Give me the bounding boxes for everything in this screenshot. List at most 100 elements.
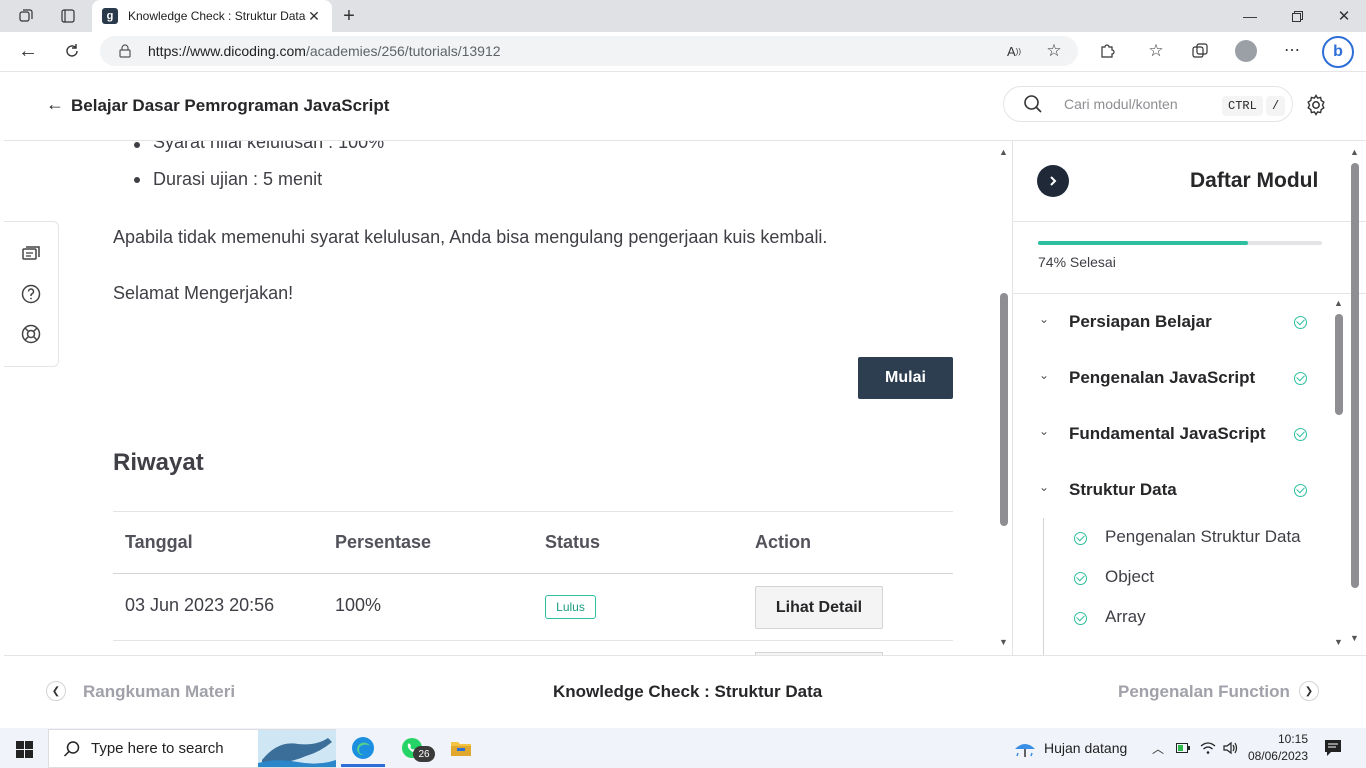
col-header-status: Status bbox=[545, 532, 601, 552]
start-quiz-button[interactable]: Mulai bbox=[858, 357, 953, 399]
profile-avatar[interactable] bbox=[1235, 40, 1257, 62]
check-circle-icon bbox=[1294, 428, 1307, 441]
submodule-title: Array bbox=[1105, 607, 1146, 626]
panel-title: Daftar Modul bbox=[1190, 169, 1319, 192]
battery-icon[interactable] bbox=[1175, 740, 1191, 756]
search-input[interactable]: Cari modul/konten bbox=[1064, 96, 1178, 112]
url-domain: https://www.dicoding.com bbox=[148, 43, 306, 59]
good-luck-paragraph: Selamat Mengerjakan! bbox=[113, 283, 294, 303]
row-percent: 100% bbox=[335, 595, 382, 615]
system-clock[interactable]: 10:15 08/06/2023 bbox=[1244, 731, 1308, 765]
volume-icon[interactable] bbox=[1222, 740, 1240, 756]
settings-gear-icon[interactable] bbox=[1304, 93, 1328, 117]
windows-start-icon[interactable] bbox=[14, 739, 34, 759]
panel-collapse-button[interactable] bbox=[1037, 165, 1069, 197]
course-title[interactable]: Belajar Dasar Pemrograman JavaScript bbox=[71, 96, 389, 116]
workspaces-icon[interactable] bbox=[14, 6, 38, 26]
chevron-left-icon[interactable]: ❮ bbox=[46, 681, 66, 701]
status-badge: Lulus bbox=[545, 595, 596, 619]
main-scrollbar-thumb[interactable] bbox=[1000, 293, 1008, 526]
scroll-down-arrow[interactable]: ▼ bbox=[999, 637, 1008, 647]
search-icon bbox=[1022, 93, 1044, 115]
submodule-tree-line bbox=[1043, 518, 1044, 655]
edge-browser-icon[interactable] bbox=[350, 735, 376, 761]
active-app-indicator bbox=[341, 764, 385, 767]
clock-time: 10:15 bbox=[1277, 732, 1308, 746]
clock-date: 08/06/2023 bbox=[1247, 749, 1308, 763]
weather-text[interactable]: Hujan datang bbox=[1044, 740, 1127, 756]
panel-scrollbar-thumb[interactable] bbox=[1351, 163, 1359, 588]
check-circle-icon bbox=[1074, 532, 1087, 545]
chevron-right-icon bbox=[1050, 176, 1057, 186]
support-lifebuoy-icon[interactable] bbox=[20, 323, 42, 345]
row-date: 03 Jun 2023 20:56 bbox=[125, 595, 275, 615]
retry-paragraph: Apabila tidak memenuhi syarat kelulusan,… bbox=[113, 227, 828, 247]
module-list-scrollbar-thumb[interactable] bbox=[1335, 314, 1343, 415]
scroll-up-arrow[interactable]: ▲ bbox=[999, 147, 1008, 157]
browser-tab-active[interactable]: g Knowledge Check : Struktur Data ✕ bbox=[92, 0, 332, 32]
bullet-duration: Durasi ujian : 5 menit bbox=[153, 169, 323, 189]
submodule-item[interactable]: Array bbox=[1053, 604, 1333, 632]
taskbar-search-input: Type here to search bbox=[91, 740, 224, 757]
shortcut-slash: / bbox=[1266, 96, 1286, 116]
tab-close-icon[interactable]: ✕ bbox=[306, 8, 322, 25]
restore-icon[interactable] bbox=[1287, 6, 1307, 26]
extensions-icon[interactable] bbox=[1097, 41, 1117, 61]
row-divider bbox=[113, 640, 953, 641]
minimize-icon[interactable]: — bbox=[1240, 6, 1260, 26]
scroll-up-arrow[interactable]: ▲ bbox=[1350, 147, 1359, 157]
module-title: Persiapan Belajar bbox=[1069, 312, 1212, 331]
progress-label: 74% Selesai bbox=[1038, 254, 1116, 270]
url-path: /academies/256/tutorials/13912 bbox=[305, 43, 501, 59]
submodule-item[interactable]: Pengenalan Struktur Data bbox=[1053, 524, 1333, 552]
lock-icon[interactable] bbox=[116, 42, 134, 60]
module-item-pengenalan[interactable]: ⌄ Pengenalan JavaScript bbox=[1013, 362, 1333, 394]
module-item-struktur-data[interactable]: ⌄ Struktur Data bbox=[1013, 474, 1333, 506]
file-explorer-icon[interactable] bbox=[449, 737, 473, 759]
window-close-icon[interactable]: ✕ bbox=[1334, 6, 1354, 26]
weather-rain-icon[interactable] bbox=[1012, 736, 1038, 762]
read-aloud-icon[interactable]: A)) bbox=[1004, 42, 1024, 60]
submodule-title: Pengenalan Struktur Data bbox=[1105, 527, 1301, 546]
favorites-icon[interactable]: ☆ bbox=[1146, 41, 1166, 61]
progress-fill bbox=[1038, 241, 1249, 245]
scroll-down-arrow[interactable]: ▼ bbox=[1334, 637, 1343, 647]
url-text[interactable]: https://www.dicoding.com/academies/256/t… bbox=[148, 43, 501, 59]
scroll-up-arrow[interactable]: ▲ bbox=[1334, 298, 1343, 308]
favorite-star-icon[interactable]: ☆ bbox=[1044, 41, 1064, 61]
view-detail-button[interactable]: Lihat Detail bbox=[755, 586, 883, 629]
notification-center-icon[interactable] bbox=[1323, 738, 1343, 758]
col-header-date: Tanggal bbox=[125, 532, 193, 552]
back-arrow-icon[interactable]: ← bbox=[45, 94, 65, 114]
help-icon[interactable] bbox=[20, 283, 42, 305]
submodule-item[interactable]: Object bbox=[1053, 564, 1333, 592]
back-icon[interactable]: ← bbox=[16, 40, 40, 62]
module-item-fundamental[interactable]: ⌄ Fundamental JavaScript bbox=[1013, 418, 1333, 450]
module-title: Fundamental JavaScript bbox=[1069, 424, 1266, 443]
module-item-persiapan[interactable]: ⌄ Persiapan Belajar bbox=[1013, 306, 1333, 338]
wifi-icon[interactable] bbox=[1199, 740, 1217, 756]
prev-lesson-link[interactable]: Rangkuman Materi bbox=[83, 682, 235, 702]
module-title: Struktur Data bbox=[1069, 480, 1177, 499]
col-header-action: Action bbox=[755, 532, 811, 552]
reload-icon[interactable] bbox=[60, 40, 84, 62]
collections-icon[interactable] bbox=[1190, 41, 1210, 61]
module-list: ⌄ Persiapan Belajar ⌄ Pengenalan JavaScr… bbox=[1013, 294, 1333, 655]
chevron-down-icon: ⌄ bbox=[1039, 424, 1050, 438]
panel-divider bbox=[1012, 221, 1366, 222]
new-tab-icon[interactable]: + bbox=[338, 5, 360, 27]
show-hidden-icons-chevron-icon[interactable]: ︿ bbox=[1150, 740, 1166, 756]
tab-actions-icon[interactable] bbox=[56, 6, 80, 26]
next-lesson-link[interactable]: Pengenalan Function bbox=[1118, 682, 1290, 702]
chevron-right-icon[interactable]: ❯ bbox=[1299, 681, 1319, 701]
check-circle-icon bbox=[1294, 484, 1307, 497]
header-divider bbox=[113, 573, 953, 574]
history-heading: Riwayat bbox=[113, 449, 204, 476]
bing-copilot-icon[interactable]: b bbox=[1322, 36, 1354, 68]
more-menu-icon[interactable]: ⋯ bbox=[1282, 40, 1302, 60]
check-circle-icon bbox=[1074, 572, 1087, 585]
chevron-down-icon: ⌄ bbox=[1039, 480, 1050, 494]
discussion-icon[interactable] bbox=[20, 244, 42, 266]
check-circle-icon bbox=[1074, 612, 1087, 625]
scroll-down-arrow[interactable]: ▼ bbox=[1350, 633, 1359, 643]
